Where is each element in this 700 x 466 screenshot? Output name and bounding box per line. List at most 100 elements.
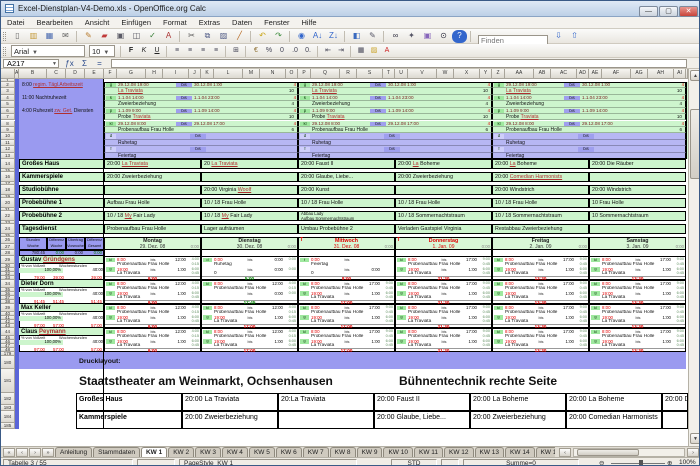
venue-cell[interactable] (104, 185, 201, 195)
toolbar-grip[interactable] (3, 47, 6, 56)
venue-cell[interactable]: 10 / 18 Frau Holle (395, 198, 492, 208)
save-icon[interactable]: ▦ (42, 30, 57, 43)
venue-cell[interactable] (589, 224, 686, 234)
chevron-down-icon[interactable]: ▼ (52, 60, 57, 68)
venue-label[interactable]: Großes Haus (19, 159, 104, 169)
column-header-N[interactable]: N (260, 69, 286, 79)
column-header-S[interactable]: S (357, 69, 383, 79)
first-sheet-button[interactable]: « (3, 448, 15, 457)
clone-formatting-icon[interactable]: ╱ (232, 30, 247, 43)
legend-left-panel[interactable] (19, 79, 104, 159)
employee-hours-value[interactable]: 40:00 (83, 340, 103, 345)
venue-cell[interactable]: 20:00 Kunst (298, 185, 395, 195)
sheet-tab-kw-4[interactable]: KW 4 (222, 447, 248, 457)
column-header-C[interactable]: C (47, 69, 66, 79)
chevron-down-icon[interactable]: ▼ (103, 50, 109, 56)
column-header-AE[interactable]: AE (589, 69, 602, 79)
scroll-up-icon[interactable]: ▲ (690, 70, 699, 81)
venue-cell[interactable]: 10 / 18 My Fair Lady (201, 211, 298, 221)
menu-bearbeiten[interactable]: Bearbeiten (31, 17, 79, 29)
align-right-icon[interactable]: ≡ (197, 45, 209, 58)
menu-format[interactable]: Format (157, 17, 193, 29)
venue-cell[interactable]: 20:00 La Boheme (395, 159, 492, 169)
employee-name[interactable]: Max Keller (19, 304, 104, 312)
employee-name[interactable]: Gustav Gründgens (19, 256, 104, 264)
vertical-scrollbar[interactable]: ▲ ▼ (688, 69, 699, 446)
employee-hours-value[interactable]: 40:00 (83, 292, 103, 297)
decrease-indent-icon[interactable]: ⇤ (322, 45, 334, 58)
number-currency-icon[interactable]: € (250, 45, 262, 58)
employee-hours-value[interactable]: 40:00 (83, 268, 103, 273)
formula-button[interactable]: = (93, 58, 106, 69)
copy-icon[interactable]: ⧉ (200, 30, 215, 43)
horizontal-scroll-thumb[interactable] (577, 449, 639, 456)
column-header-G[interactable]: G (117, 69, 146, 79)
sheet-tab-kw-10[interactable]: KW 10 (383, 447, 413, 457)
spellcheck-icon[interactable]: ✓ (145, 30, 160, 43)
undo-icon[interactable]: ↶ (255, 30, 270, 43)
close-button[interactable]: ✕ (679, 6, 698, 17)
navigator-icon[interactable]: ✦ (404, 30, 419, 43)
venue-label[interactable]: Studiobühne (19, 185, 104, 195)
row-header-182[interactable]: 182 (1, 393, 15, 405)
number-standard-icon[interactable]: 0 (276, 45, 288, 58)
sheet-tab-stammdaten[interactable]: Stammdaten (93, 447, 140, 457)
row-header-18[interactable]: 18 (1, 185, 15, 195)
align-justify-icon[interactable]: ≡ (210, 45, 222, 58)
column-header-T[interactable]: T (383, 69, 395, 79)
cut-icon[interactable]: ✂ (184, 30, 199, 43)
column-header-Z[interactable]: Z (492, 69, 505, 79)
column-header-J[interactable]: J (189, 69, 201, 79)
last-sheet-button[interactable]: » (42, 448, 54, 457)
column-header-AD[interactable]: AD (577, 69, 589, 79)
column-header-P[interactable]: P (298, 69, 311, 79)
open-icon[interactable]: ▥ (26, 30, 41, 43)
page-preview-icon[interactable]: ◫ (129, 30, 144, 43)
bold-icon[interactable]: F (125, 45, 137, 58)
column-header-L[interactable]: L (214, 69, 243, 79)
venue-cell[interactable]: 20:00 La Boheme (492, 159, 589, 169)
employee-hours-value[interactable]: 40:00 (83, 316, 103, 321)
row-header-20[interactable]: 20 (1, 198, 15, 208)
column-header-O[interactable]: O (286, 69, 298, 79)
font-name-combo[interactable]: Arial ▼ (11, 45, 85, 57)
column-header-AI[interactable]: AI (674, 69, 686, 79)
column-header-Q[interactable]: Q (311, 69, 340, 79)
row-header-34[interactable]: 34 (1, 280, 15, 288)
column-header-V[interactable]: V (408, 69, 437, 79)
venue-cell[interactable]: 20:00 Faust II (298, 159, 395, 169)
zoom-icon[interactable]: ⊙ (436, 30, 451, 43)
sheet-tab-kw-15[interactable]: KW 15 (535, 447, 555, 457)
row-header-44[interactable]: 44 (1, 328, 15, 336)
column-header-R[interactable]: R (340, 69, 357, 79)
zoom-slider-thumb[interactable] (639, 460, 643, 465)
venue-cell[interactable]: 10 / 18 My Fair Lady (104, 211, 201, 221)
background-color-icon[interactable]: ▨ (368, 45, 380, 58)
venue-cell[interactable]: 20:00 Zweierbeziehung (395, 172, 492, 182)
venue-cell[interactable]: 10 / 18 Frau Holle (492, 198, 589, 208)
column-header-I[interactable]: I (163, 69, 189, 79)
column-header-Y[interactable]: Y (480, 69, 492, 79)
venue-cell[interactable]: Lager aufräumen (201, 224, 298, 234)
borders-icon[interactable]: ▦ (355, 45, 367, 58)
column-header-U[interactable]: U (395, 69, 408, 79)
sheet-tab-kw-3[interactable]: KW 3 (195, 447, 222, 457)
venue-cell[interactable]: 20:00 La Traviata (104, 159, 201, 169)
new-document-icon[interactable]: ▯ (10, 30, 25, 43)
scroll-down-icon[interactable]: ▼ (690, 433, 699, 444)
column-header-B[interactable]: B (19, 69, 47, 79)
italic-icon[interactable]: K (138, 45, 150, 58)
select-all-corner[interactable] (1, 69, 15, 79)
menu-datei[interactable]: Datei (1, 17, 31, 29)
row-header-181[interactable]: 181 (1, 369, 15, 393)
menu-fenster[interactable]: Fenster (258, 17, 295, 29)
row-header-185[interactable]: 185 (1, 423, 15, 429)
row-header-39[interactable]: 39 (1, 304, 15, 312)
venue-cell[interactable]: 10 Sommernachtstraum (589, 211, 686, 221)
column-header-AC[interactable]: AC (551, 69, 577, 79)
auto-spellcheck-icon[interactable]: A (161, 30, 176, 43)
merge-cells-icon[interactable]: ⊞ (230, 45, 242, 58)
column-header-AF[interactable]: AF (602, 69, 631, 79)
sheet-tab-kw-9[interactable]: KW 9 (356, 447, 383, 457)
font-size-combo[interactable]: 10 ▼ (89, 45, 115, 57)
